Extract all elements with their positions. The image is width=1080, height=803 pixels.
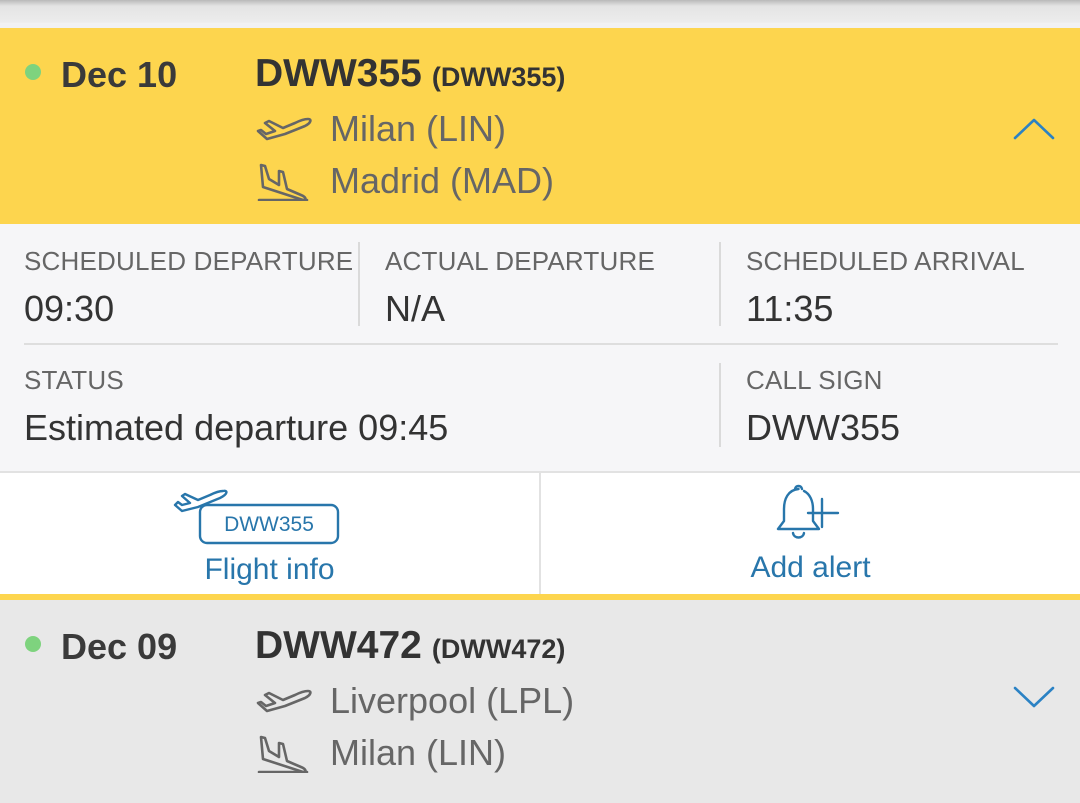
actual-departure: ACTUAL DEPARTURE N/A (385, 246, 655, 330)
status-dot (25, 636, 41, 652)
departure-plane-icon (256, 689, 312, 713)
column-divider (358, 242, 360, 326)
add-alert-button[interactable]: Add alert (541, 473, 1080, 594)
scheduled-departure-label: SCHEDULED DEPARTURE (24, 246, 354, 276)
arrival-plane-icon (257, 163, 309, 201)
bell-plus-icon (776, 484, 840, 539)
call-sign: CALL SIGN DWW355 (746, 365, 900, 449)
row-divider (24, 343, 1058, 345)
flight-date: Dec 10 (61, 54, 178, 95)
status-dot (25, 64, 41, 80)
add-alert-label: Add alert (750, 551, 871, 584)
flight-row-expanded[interactable]: Dec 10 DWW355 (DWW355) Milan (LIN) Madrid… (0, 28, 1080, 224)
flight-number-text: DWW472 (255, 624, 422, 667)
flight-callsign: (DWW472) (431, 634, 566, 664)
flight-details: SCHEDULED DEPARTURE 09:30 ACTUAL DEPARTU… (0, 224, 1080, 471)
scheduled-departure-value: 09:30 (24, 288, 115, 329)
origin-city: Liverpool (LPL) (330, 680, 575, 721)
flight-callsign: (DWW355) (431, 62, 566, 92)
status-value: Estimated departure 09:45 (24, 407, 449, 448)
column-divider (719, 363, 721, 447)
status-label: STATUS (24, 365, 124, 395)
scheduled-arrival-value: 11:35 (746, 288, 834, 329)
origin-row: Liverpool (LPL) (255, 680, 574, 722)
flight-number-text: DWW355 (255, 52, 422, 95)
departure-plane-icon (256, 117, 312, 141)
flight-info-badge-text: DWW355 (224, 513, 314, 536)
flight-number: DWW355 (DWW355) (255, 52, 565, 96)
flight-actions: DWW355 Flight info Add alert (0, 471, 1080, 594)
scheduled-arrival: SCHEDULED ARRIVAL 11:35 (746, 246, 1025, 330)
flight-info-label: Flight info (204, 553, 335, 586)
arrival-plane-icon (257, 735, 309, 773)
flight-number: DWW472 (DWW472) (255, 624, 565, 668)
flight-row-collapsed[interactable]: Dec 09 DWW472 (DWW472) Liverpool (LPL) Mi… (0, 600, 1080, 803)
column-divider (719, 242, 721, 326)
scheduled-arrival-label: SCHEDULED ARRIVAL (746, 246, 1025, 276)
call-sign-value: DWW355 (746, 407, 901, 448)
origin-city: Milan (LIN) (330, 108, 507, 149)
scheduled-departure: SCHEDULED DEPARTURE 09:30 (24, 246, 353, 330)
destination-row: Madrid (MAD) (255, 160, 554, 202)
status: STATUS Estimated departure 09:45 (24, 365, 448, 449)
actual-departure-value: N/A (385, 288, 446, 329)
flight-date: Dec 09 (61, 626, 178, 667)
top-divider (0, 0, 1080, 24)
call-sign-label: CALL SIGN (746, 365, 883, 395)
destination-row: Milan (LIN) (255, 732, 506, 774)
origin-row: Milan (LIN) (255, 108, 506, 150)
flight-info-button[interactable]: DWW355 Flight info (0, 473, 539, 594)
flight-info-plane-icon: DWW355 (173, 489, 340, 545)
chevron-down-icon[interactable] (1013, 686, 1055, 710)
chevron-up-icon[interactable] (1013, 116, 1055, 140)
destination-city: Milan (LIN) (330, 732, 507, 773)
destination-city: Madrid (MAD) (330, 160, 555, 201)
actual-departure-label: ACTUAL DEPARTURE (385, 246, 655, 276)
